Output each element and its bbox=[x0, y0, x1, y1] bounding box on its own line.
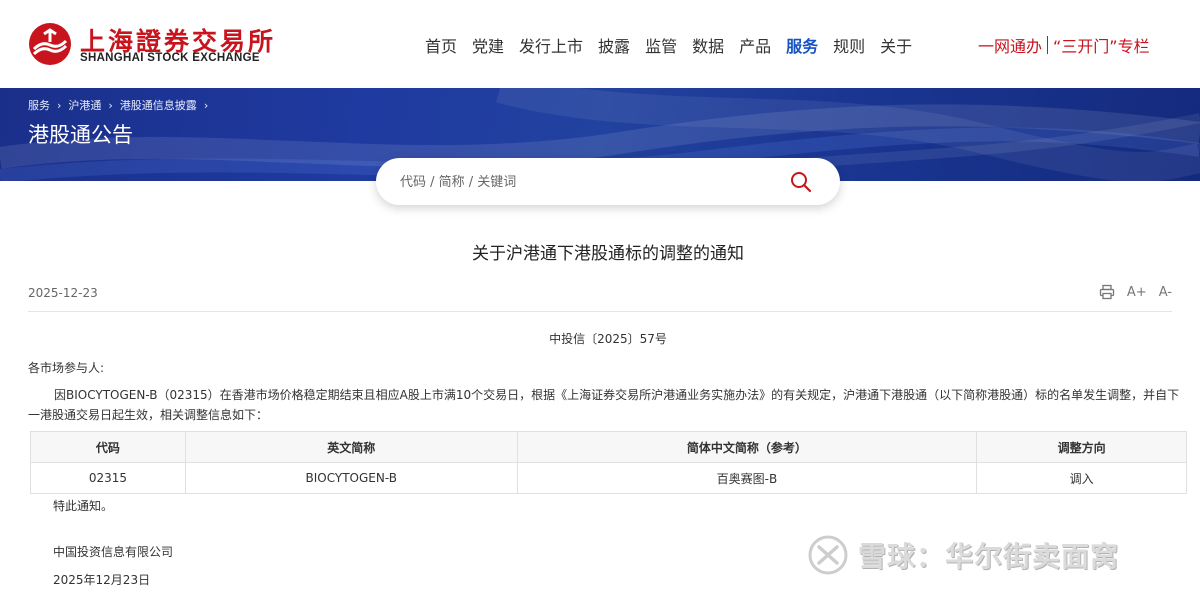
table-header-row: 代码 英文简称 简体中文简称（参考） 调整方向 bbox=[30, 431, 1187, 463]
one-stop-service-link[interactable]: 一网通办 bbox=[978, 33, 1042, 57]
watermark-text: 雪球：华尔街卖面窝 bbox=[858, 540, 1120, 573]
search-input[interactable] bbox=[400, 170, 780, 194]
watermark: 雪球：华尔街卖面窝 bbox=[808, 533, 1168, 577]
xueqiu-logo-icon bbox=[808, 535, 848, 575]
article-title: 关于沪港通下港股通标的调整的通知 bbox=[472, 244, 744, 264]
breadcrumb-shanghai-hk-connect[interactable]: 沪港通 bbox=[68, 97, 101, 113]
sse-logo-icon bbox=[29, 23, 71, 65]
cell-code: 02315 bbox=[30, 462, 186, 494]
adjustment-table: 代码 英文简称 简体中文简称（参考） 调整方向 02315 BIOCYTOGEN… bbox=[30, 431, 1187, 494]
nav-item-services[interactable]: 服务 bbox=[786, 33, 818, 57]
nav-item-party[interactable]: 党建 bbox=[472, 33, 504, 57]
font-decrease-button[interactable]: A- bbox=[1159, 285, 1172, 300]
breadcrumb-services[interactable]: 服务 bbox=[28, 97, 50, 113]
print-button[interactable] bbox=[1099, 284, 1115, 300]
quick-links-divider bbox=[1047, 36, 1049, 54]
article-tools: A+ A- bbox=[1099, 284, 1172, 300]
breadcrumb-hk-connect-disclosure[interactable]: 港股通信息披露 bbox=[120, 97, 197, 113]
site-header: 上海證券交易所 SHANGHAI STOCK EXCHANGE 首页 党建 发行… bbox=[0, 0, 1200, 88]
table-row: 02315 BIOCYTOGEN-B 百奥赛图-B 调入 bbox=[30, 462, 1187, 494]
page-title: 港股通公告 bbox=[28, 123, 133, 147]
three-open-doors-link[interactable]: “三开门”专栏 bbox=[1053, 33, 1150, 57]
nav-item-regulation[interactable]: 监管 bbox=[645, 33, 677, 57]
nav-item-products[interactable]: 产品 bbox=[739, 33, 771, 57]
article-body: 因BIOCYTOGEN-B（02315）在香港市场价格稳定期结束且相应A股上市满… bbox=[28, 388, 1180, 422]
document-number: 中投信〔2025〕57号 bbox=[549, 332, 667, 346]
main-nav: 首页 党建 发行上市 披露 监管 数据 产品 服务 规则 关于 bbox=[425, 33, 927, 57]
logo-english-name: SHANGHAI STOCK EXCHANGE bbox=[80, 52, 260, 64]
cell-english-name: BIOCYTOGEN-B bbox=[184, 462, 518, 494]
search-button[interactable] bbox=[788, 169, 814, 195]
salutation: 各市场参与人: bbox=[28, 361, 105, 375]
chevron-right-icon: › bbox=[57, 98, 62, 112]
font-increase-button[interactable]: A+ bbox=[1127, 285, 1147, 300]
article-meta-row: 2025-12-23 A+ A- bbox=[28, 284, 1172, 312]
nav-item-disclosure[interactable]: 披露 bbox=[598, 33, 630, 57]
column-header-code: 代码 bbox=[30, 431, 186, 463]
nav-item-listing[interactable]: 发行上市 bbox=[519, 33, 583, 57]
closing-remark: 特此通知。 bbox=[53, 499, 114, 513]
article-date: 2025-12-23 bbox=[28, 286, 98, 300]
cell-direction: 调入 bbox=[976, 462, 1187, 494]
nav-item-rules[interactable]: 规则 bbox=[833, 33, 865, 57]
quick-links: 一网通办 “三开门”专栏 bbox=[978, 33, 1150, 57]
search-icon bbox=[791, 172, 812, 193]
issuer-name: 中国投资信息有限公司 bbox=[53, 545, 174, 559]
column-header-chinese-name: 简体中文简称（参考） bbox=[516, 431, 978, 463]
breadcrumb: 服务 › 沪港通 › 港股通信息披露 › bbox=[28, 97, 215, 113]
print-icon bbox=[1099, 284, 1115, 300]
chevron-right-icon: › bbox=[203, 98, 209, 112]
column-header-direction: 调整方向 bbox=[976, 431, 1187, 463]
nav-item-home[interactable]: 首页 bbox=[425, 33, 457, 57]
column-header-english-name: 英文简称 bbox=[184, 431, 518, 463]
cell-chinese-name: 百奥赛图-B bbox=[516, 462, 978, 494]
sse-logo[interactable]: 上海證券交易所 SHANGHAI STOCK EXCHANGE bbox=[28, 20, 273, 68]
search-box bbox=[376, 158, 840, 205]
nav-item-about[interactable]: 关于 bbox=[880, 33, 912, 57]
issue-date: 2025年12月23日 bbox=[53, 573, 151, 587]
nav-item-data[interactable]: 数据 bbox=[692, 33, 724, 57]
chevron-right-icon: › bbox=[108, 98, 113, 112]
